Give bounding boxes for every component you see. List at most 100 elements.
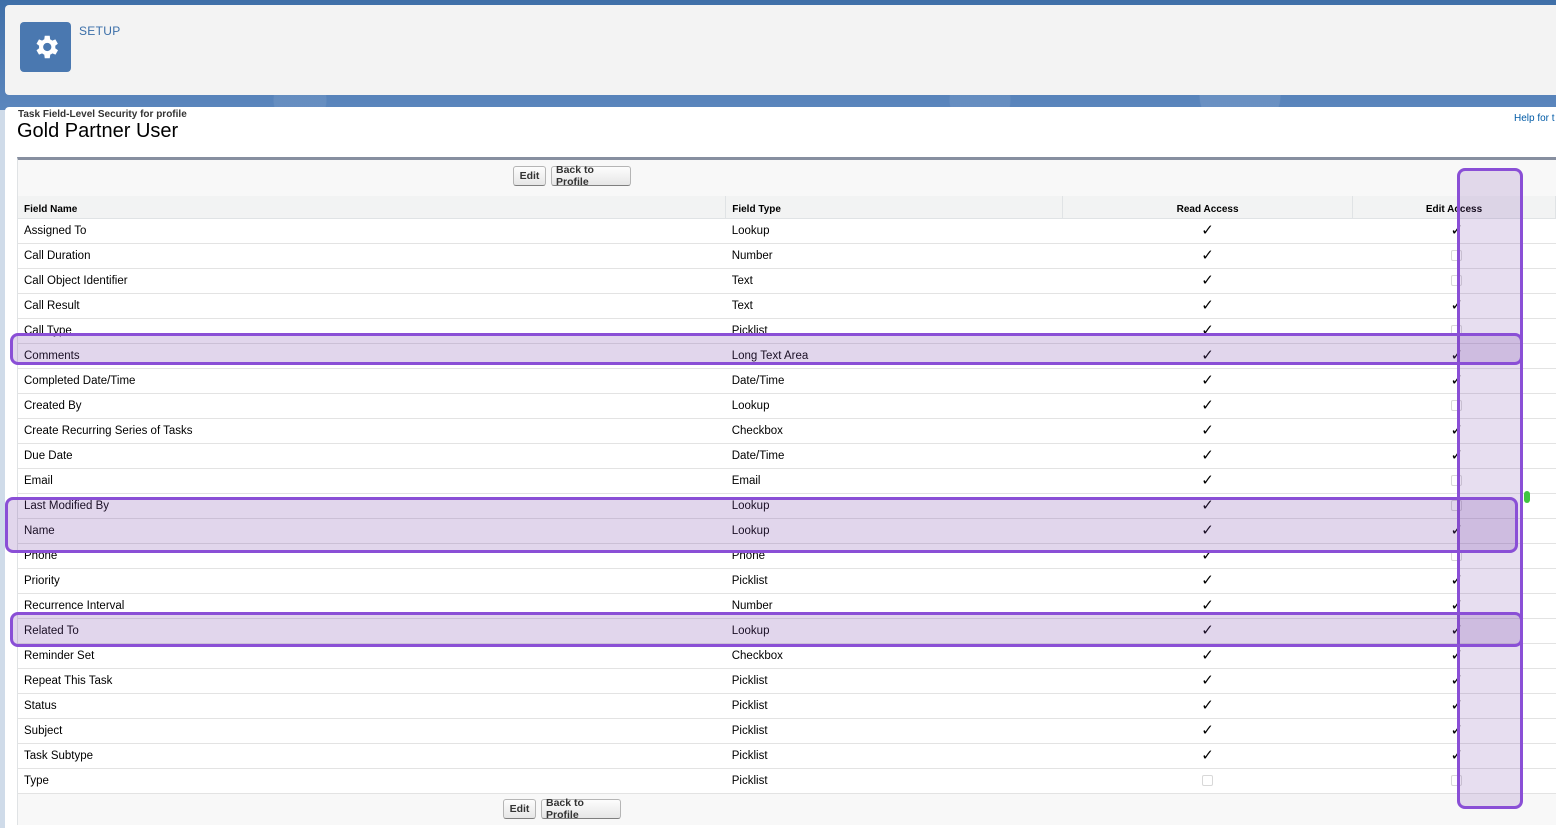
edit-access-cell: ✓ [1352,743,1556,769]
edit-access-cell [1352,768,1556,794]
read-access-cell: ✓ [1062,443,1353,469]
field-name-cell: Name [18,518,726,544]
field-name-cell: Due Date [18,443,726,469]
read-access-cell: ✓ [1062,568,1353,594]
checkmark-icon: ✓ [1201,272,1214,289]
edit-button-bottom[interactable]: Edit [503,799,536,819]
table-row: Reminder Set Checkbox ✓ ✓ [18,643,1556,669]
checkmark-icon: ✓ [1201,672,1214,689]
table-row: Recurrence Interval Number ✓ ✓ [18,593,1556,619]
table-row: Email Email ✓ [18,468,1556,494]
setup-label[interactable]: SETUP [79,24,121,38]
field-type-cell: Number [725,593,1063,619]
checkmark-icon: ✓ [1201,297,1214,314]
status-indicator [1524,491,1530,503]
read-access-cell: ✓ [1062,668,1353,694]
edit-access-cell [1352,318,1556,344]
read-access-cell: ✓ [1062,743,1353,769]
field-name-cell: Status [18,693,726,719]
setup-header: SETUP [5,5,1556,95]
edit-access-cell [1352,393,1556,419]
field-type-cell: Phone [725,543,1063,569]
edit-access-cell: ✓ [1352,718,1556,744]
field-type-cell: Long Text Area [725,343,1063,369]
table-row: Subject Picklist ✓ ✓ [18,718,1556,744]
back-to-profile-button-bottom[interactable]: Back to Profile [541,797,621,821]
field-name-cell: Call Result [18,293,726,319]
unchecked-box-icon [1450,249,1462,261]
field-type-cell: Lookup [725,518,1063,544]
unchecked-box-icon [1450,549,1462,561]
edit-access-cell: ✓ [1352,643,1556,669]
checkmark-icon: ✓ [1201,422,1214,439]
table-row: Call Result Text ✓ ✓ [18,293,1556,319]
table-row: Call Type Picklist ✓ [18,318,1556,344]
checkmark-icon: ✓ [1450,697,1464,714]
read-access-cell: ✓ [1062,593,1353,619]
field-type-cell: Picklist [725,768,1063,794]
checkmark-icon: ✓ [1450,422,1464,439]
field-type-cell: Lookup [725,493,1063,519]
field-type-cell: Checkbox [725,643,1063,669]
gear-icon[interactable] [20,22,71,72]
field-type-cell: Lookup [725,618,1063,644]
field-type-cell: Picklist [725,318,1063,344]
checkmark-icon: ✓ [1450,372,1464,389]
field-name-cell: Task Subtype [18,743,726,769]
field-name-cell: Phone [18,543,726,569]
read-access-cell: ✓ [1062,493,1353,519]
table-row: Assigned To Lookup ✓ ✓ [18,218,1556,244]
edit-access-cell: ✓ [1352,668,1556,694]
edit-access-cell: ✓ [1352,293,1556,319]
field-type-cell: Checkbox [725,418,1063,444]
field-name-cell: Create Recurring Series of Tasks [18,418,726,444]
field-name-cell: Call Type [18,318,726,344]
table-row: Priority Picklist ✓ ✓ [18,568,1556,594]
checkmark-icon: ✓ [1450,447,1464,464]
edit-access-cell [1352,468,1556,494]
checkmark-icon: ✓ [1201,347,1214,364]
checkmark-icon: ✓ [1450,722,1464,739]
checkmark-icon: ✓ [1201,372,1214,389]
field-type-cell: Date/Time [725,368,1063,394]
table-row: Last Modified By Lookup ✓ [18,493,1556,519]
read-access-cell: ✓ [1062,343,1353,369]
edit-access-cell: ✓ [1352,693,1556,719]
read-access-cell: ✓ [1062,368,1353,394]
field-type-cell: Picklist [725,693,1063,719]
checkmark-icon: ✓ [1201,247,1214,264]
read-access-cell: ✓ [1062,468,1353,494]
field-name-cell: Assigned To [18,218,726,244]
read-access-cell: ✓ [1062,243,1353,269]
checkmark-icon: ✓ [1450,597,1464,614]
edit-access-cell: ✓ [1352,443,1556,469]
field-type-cell: Picklist [725,568,1063,594]
field-type-cell: Text [725,293,1063,319]
checkmark-icon: ✓ [1201,522,1214,539]
table-row: Comments Long Text Area ✓ ✓ [18,343,1556,369]
field-name-cell: Related To [18,618,726,644]
checkmark-icon: ✓ [1450,222,1464,239]
field-name-cell: Reminder Set [18,643,726,669]
unchecked-box-icon [1450,399,1462,411]
edit-button-top[interactable]: Edit [513,166,546,186]
table-body: Assigned To Lookup ✓ ✓ Call Duration Number ✓ C… [18,218,1556,794]
table-row: Repeat This Task Picklist ✓ ✓ [18,668,1556,694]
edit-access-cell: ✓ [1352,418,1556,444]
edit-access-cell: ✓ [1352,618,1556,644]
column-header-field-name: Field Name [18,196,727,219]
back-to-profile-button-top[interactable]: Back to Profile [551,164,631,188]
checkmark-icon: ✓ [1450,347,1464,364]
field-security-table: Field Name Field Type Read Access Edit A… [18,196,1556,794]
table-row: Call Duration Number ✓ [18,243,1556,269]
edit-access-cell: ✓ [1352,343,1556,369]
field-name-cell: Type [18,768,726,794]
read-access-cell: ✓ [1062,418,1353,444]
checkmark-icon: ✓ [1450,522,1464,539]
field-name-cell: Subject [18,718,726,744]
checkmark-icon: ✓ [1201,222,1214,239]
help-link[interactable]: Help for t [1514,113,1555,124]
read-access-cell: ✓ [1062,393,1353,419]
read-access-cell: ✓ [1062,693,1353,719]
field-name-cell: Recurrence Interval [18,593,726,619]
